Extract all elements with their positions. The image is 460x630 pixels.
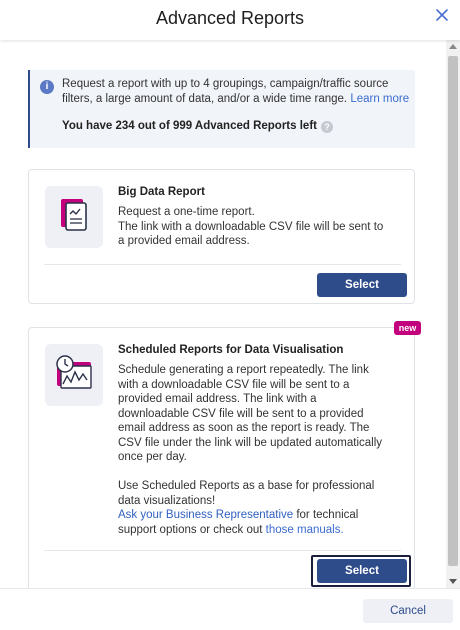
scrollbar-thumb[interactable] bbox=[448, 56, 458, 566]
reports-left-text: You have 234 out of 999 Advanced Reports… bbox=[62, 120, 333, 133]
reports-left-label: You have 234 out of 999 Advanced Reports… bbox=[62, 120, 317, 132]
big-data-line1: Request a one-time report. bbox=[118, 206, 255, 218]
big-data-select-button[interactable]: Select bbox=[317, 273, 407, 297]
divider bbox=[44, 550, 401, 551]
manuals-link[interactable]: those manuals. bbox=[266, 524, 344, 536]
document-chart-icon bbox=[45, 186, 103, 248]
scheduled-description: Schedule generating a report repeatedly.… bbox=[118, 363, 388, 537]
scheduled-support-text: Ask your Business Representative for tec… bbox=[118, 508, 388, 537]
dialog-body: i Request a report with up to 4 grouping… bbox=[0, 40, 446, 588]
big-data-report-card: Big Data Report Request a one-time repor… bbox=[28, 169, 415, 304]
scrollbar[interactable] bbox=[446, 40, 460, 588]
clock-chart-icon bbox=[45, 344, 103, 406]
scheduled-para1: Schedule generating a report repeatedly.… bbox=[118, 364, 383, 463]
cancel-button[interactable]: Cancel bbox=[363, 599, 453, 623]
scheduled-select-button[interactable]: Select bbox=[317, 559, 407, 583]
divider bbox=[44, 264, 401, 265]
big-data-line2: The link with a downloadable CSV file wi… bbox=[118, 220, 384, 248]
scheduled-title: Scheduled Reports for Data Visualisation bbox=[118, 344, 344, 356]
dialog-title: Advanced Reports bbox=[155, 8, 305, 28]
info-banner: i Request a report with up to 4 grouping… bbox=[28, 70, 415, 148]
scroll-down-icon[interactable] bbox=[449, 579, 457, 584]
info-text: Request a report with up to 4 groupings,… bbox=[62, 77, 410, 107]
close-icon[interactable] bbox=[432, 5, 452, 25]
dialog-header: Advanced Reports bbox=[0, 0, 460, 40]
big-data-description: Request a one-time report. The link with… bbox=[118, 205, 388, 249]
scroll-up-icon[interactable] bbox=[449, 44, 457, 49]
scheduled-para2: Use Scheduled Reports as a base for prof… bbox=[118, 480, 375, 507]
info-description: Request a report with up to 4 groupings,… bbox=[62, 78, 389, 105]
help-icon[interactable]: ? bbox=[320, 121, 333, 133]
scheduled-reports-card: Scheduled Reports for Data Visualisation… bbox=[28, 327, 415, 588]
business-rep-link[interactable]: Ask your Business Representative bbox=[118, 509, 293, 521]
dialog-footer: Cancel bbox=[0, 588, 460, 630]
new-badge: new bbox=[394, 321, 421, 335]
big-data-title: Big Data Report bbox=[118, 186, 205, 198]
learn-more-link[interactable]: Learn more bbox=[350, 93, 409, 105]
info-icon: i bbox=[40, 80, 54, 94]
